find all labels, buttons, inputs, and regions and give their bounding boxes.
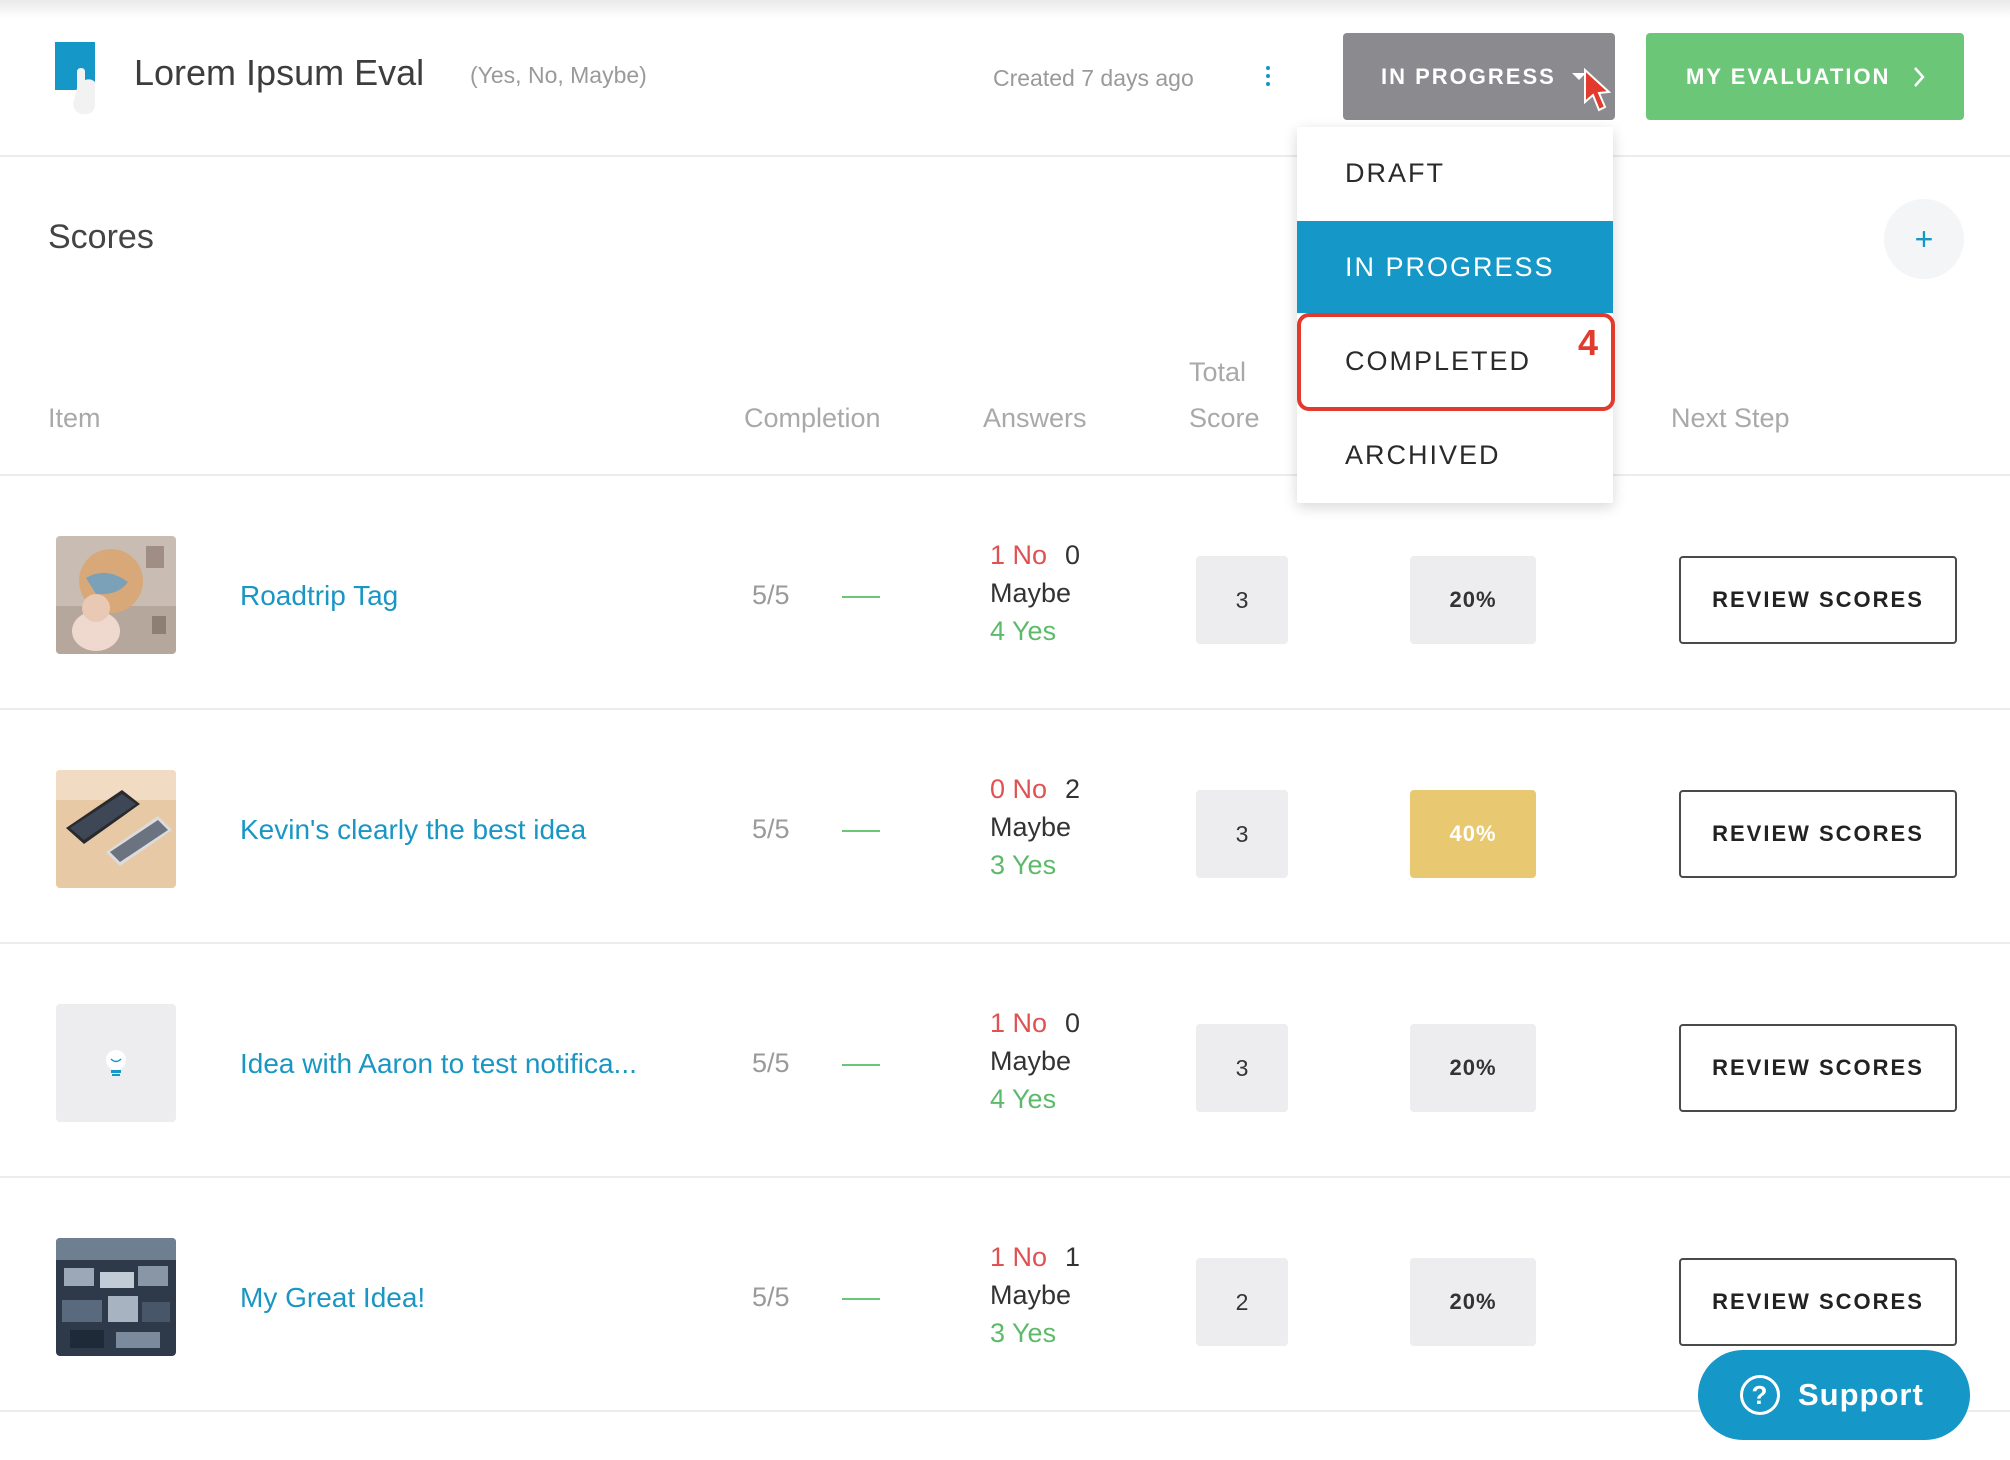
score-percent: 20% <box>1410 1258 1536 1346</box>
completion-value: 5/5 <box>752 1048 790 1078</box>
table-row: Kevin's clearly the best idea 5/5 0 No 2 … <box>0 710 2010 942</box>
item-thumbnail <box>56 770 176 888</box>
column-header-completion: Completion <box>744 403 881 433</box>
answers-no: 0 No <box>990 774 1048 804</box>
column-header-answers: Answers <box>983 403 1087 433</box>
support-label: Support <box>1798 1377 1924 1412</box>
answers-yes: 4 Yes <box>990 1084 1057 1114</box>
answers-no: 1 No <box>990 540 1048 570</box>
status-dropdown-button[interactable]: IN PROGRESS <box>1343 33 1615 120</box>
answers-summary: 1 No 0 Maybe 4 Yes <box>990 1004 1080 1118</box>
answers-summary: 0 No 2 Maybe 3 Yes <box>990 770 1080 884</box>
add-score-button[interactable]: + <box>1884 199 1964 279</box>
answers-summary: 1 No 0 Maybe 4 Yes <box>990 536 1080 650</box>
answers-yes: 3 Yes <box>990 1318 1057 1348</box>
status-option-draft[interactable]: DRAFT <box>1297 127 1613 219</box>
answers-maybe-count: 0 <box>1065 540 1081 570</box>
kebab-menu-icon[interactable] <box>1262 64 1274 88</box>
item-link[interactable]: Idea with Aaron to test notifica... <box>240 1048 637 1080</box>
mouse-pointer-icon <box>1584 68 1611 112</box>
review-scores-button[interactable]: REVIEW SCORES <box>1679 790 1957 878</box>
completion-value: 5/5 <box>752 1282 790 1312</box>
status-option-archived[interactable]: ARCHIVED <box>1297 409 1613 501</box>
scale-subtitle: (Yes, No, Maybe) <box>470 62 647 88</box>
page-title: Lorem Ipsum Eval <box>134 52 425 93</box>
table-row: Idea with Aaron to test notifica... 5/5 … <box>0 944 2010 1176</box>
answers-maybe: Maybe <box>990 1280 1072 1310</box>
total-score: 2 <box>1196 1258 1288 1346</box>
answers-maybe-count: 2 <box>1065 774 1081 804</box>
completion-value: 5/5 <box>752 580 790 610</box>
answers-maybe-count: 1 <box>1065 1242 1081 1272</box>
created-timestamp: Created 7 days ago <box>993 65 1194 91</box>
score-percent: 20% <box>1410 1024 1536 1112</box>
column-header-total: Total Score <box>1189 349 1260 441</box>
review-scores-button[interactable]: REVIEW SCORES <box>1679 556 1957 644</box>
table-row: Roadtrip Tag 5/5 1 No 0 Maybe 4 Yes 3 20%… <box>0 476 2010 708</box>
review-scores-button[interactable]: REVIEW SCORES <box>1679 1258 1957 1346</box>
answers-yes: 4 Yes <box>990 616 1057 646</box>
question-circle-icon: ? <box>1740 1375 1780 1415</box>
column-header-item: Item <box>48 403 101 433</box>
completion-value: 5/5 <box>752 814 790 844</box>
support-button[interactable]: ? Support <box>1698 1350 1970 1440</box>
item-thumbnail <box>56 536 176 654</box>
review-scores-button[interactable]: REVIEW SCORES <box>1679 1024 1957 1112</box>
item-link[interactable]: Kevin's clearly the best idea <box>240 814 586 846</box>
my-evaluation-label: MY EVALUATION <box>1686 63 1891 89</box>
item-link[interactable]: My Great Idea! <box>240 1282 425 1314</box>
score-percent: 40% <box>1410 790 1536 878</box>
answers-summary: 1 No 1 Maybe 3 Yes <box>990 1238 1080 1352</box>
total-score: 3 <box>1196 556 1288 644</box>
annotation-highlight-box <box>1297 313 1615 411</box>
column-header-total-line2: Score <box>1189 403 1260 433</box>
item-link[interactable]: Roadtrip Tag <box>240 580 398 612</box>
answers-no: 1 No <box>990 1008 1048 1038</box>
status-label: IN PROGRESS <box>1381 63 1556 89</box>
lightbulb-icon <box>106 1050 126 1076</box>
completion-bar <box>842 1064 880 1066</box>
answers-maybe: Maybe <box>990 812 1072 842</box>
answers-maybe: Maybe <box>990 578 1072 608</box>
total-score: 3 <box>1196 790 1288 878</box>
answers-no: 1 No <box>990 1242 1048 1272</box>
item-thumbnail-placeholder <box>56 1004 176 1122</box>
completion-bar <box>842 596 880 598</box>
column-header-total-line1: Total <box>1189 357 1247 387</box>
completion-bar <box>842 1298 880 1300</box>
completion-bar <box>842 830 880 832</box>
item-thumbnail <box>56 1238 176 1356</box>
annotation-step-number: 4 <box>1578 322 1599 363</box>
header: Lorem Ipsum Eval (Yes, No, Maybe) Create… <box>0 0 2010 157</box>
chevron-right-icon <box>1914 66 1926 87</box>
total-score: 3 <box>1196 1024 1288 1112</box>
answers-maybe: Maybe <box>990 1046 1072 1076</box>
score-percent: 20% <box>1410 556 1536 644</box>
my-evaluation-button[interactable]: MY EVALUATION <box>1646 33 1964 120</box>
scores-heading: Scores <box>48 218 154 256</box>
column-header-next-step: Next Step <box>1671 403 1790 433</box>
logo-icon <box>55 42 95 114</box>
plus-icon: + <box>1914 220 1934 257</box>
answers-maybe-count: 0 <box>1065 1008 1081 1038</box>
status-option-in-progress[interactable]: IN PROGRESS <box>1297 221 1613 313</box>
answers-yes: 3 Yes <box>990 850 1057 880</box>
